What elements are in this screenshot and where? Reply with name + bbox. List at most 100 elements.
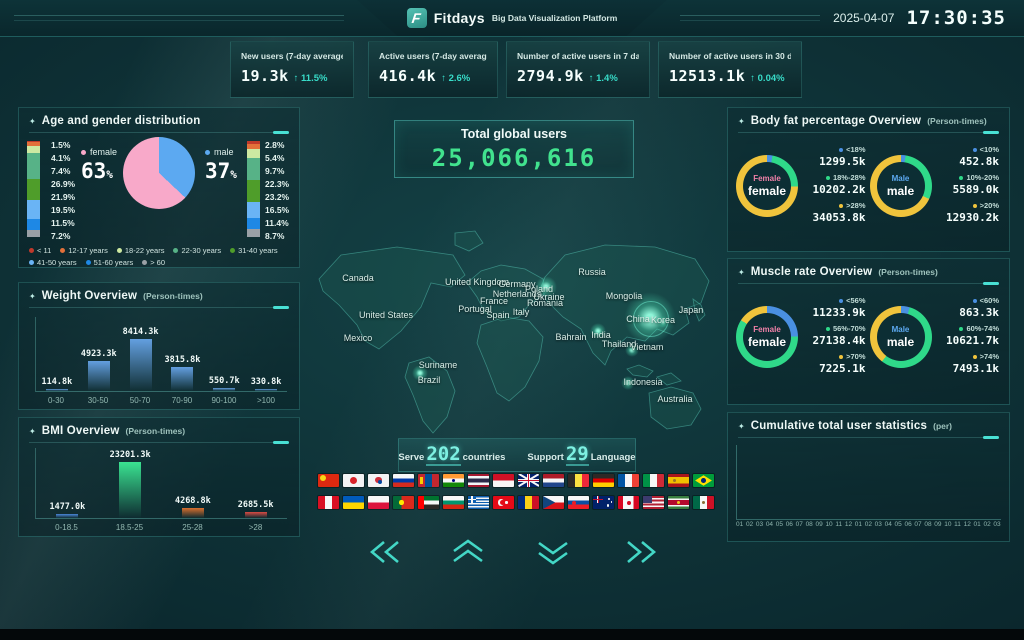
- flag-emblem: [518, 480, 539, 482]
- female-dot-icon: [81, 150, 86, 155]
- x-axis-tick-label: 06: [786, 521, 793, 528]
- legend-dot-icon: [173, 248, 178, 253]
- bar-group: 2685.5k: [224, 500, 287, 518]
- flag-peru: [318, 496, 339, 509]
- age-legend-label: 18-22 years: [125, 246, 165, 255]
- bar-value-label: 4268.8k: [175, 496, 211, 506]
- bar-value-label: 2685.5k: [238, 500, 274, 510]
- segment-dot-icon: [959, 176, 963, 180]
- age-gender-panel: ✦ Age and gender distribution 1.5%4.1%7.…: [18, 107, 300, 268]
- age-legend-label: < 11: [37, 246, 51, 255]
- bar-value-label: 4923.3k: [81, 349, 117, 359]
- map-country-label: Japan: [679, 305, 704, 315]
- age-legend-item: 22-30 years: [173, 246, 221, 255]
- bar-value-label: 23201.3k: [110, 450, 151, 460]
- nav-up-button[interactable]: [444, 538, 492, 566]
- age-bar-segment: [247, 202, 260, 218]
- x-axis-tick-label: 11: [835, 521, 842, 528]
- flag-canada: [618, 496, 639, 509]
- x-axis-tick-label: 10: [944, 521, 951, 528]
- donut-stat: 60%-74%10621.7k: [946, 324, 999, 347]
- donut-stat-value: 7225.1k: [819, 362, 865, 375]
- age-percent-label: 1.5%: [51, 139, 75, 152]
- donut-center: Male male: [877, 162, 925, 210]
- female-age-bar: [27, 141, 40, 237]
- donut-stat-value: 452.8k: [959, 155, 999, 168]
- panel-unit: (per): [933, 421, 952, 431]
- donut-stat-value: 863.3k: [959, 306, 999, 319]
- bottom-letterbox: [0, 629, 1024, 640]
- bar: [245, 512, 267, 518]
- segment-dot-icon: [839, 204, 843, 208]
- gender-tag: Female: [753, 174, 781, 183]
- flag-emblem: [608, 498, 610, 500]
- legend-dot-icon: [29, 248, 34, 253]
- donut-stat: <60%863.3k: [959, 296, 999, 319]
- app-name: Fitdays: [434, 10, 485, 26]
- age-legend-item: 18-22 years: [117, 246, 165, 255]
- bar-category-label: >100: [245, 392, 287, 405]
- stat-card-label: Number of active users in 30 days: [669, 51, 791, 61]
- segment-dot-icon: [973, 299, 977, 303]
- age-percent-label: 4.1%: [51, 152, 75, 165]
- flag-emblem: [611, 501, 613, 503]
- nav-right-button[interactable]: [616, 538, 664, 566]
- bar: [46, 389, 68, 391]
- legend-dot-icon: [86, 260, 91, 265]
- flag-netherlands: [543, 474, 564, 487]
- nav-down-button[interactable]: [529, 538, 577, 566]
- support-languages: Support 29 Language: [527, 445, 635, 466]
- age-bar-segment: [247, 218, 260, 229]
- cumulative-x-axis: 0102030405060708091011120102030405060708…: [736, 521, 1001, 528]
- map-country-label: Indonesia: [623, 377, 662, 387]
- bar-value-label: 3815.8k: [164, 355, 200, 365]
- gender-tag: Female: [753, 325, 781, 334]
- x-axis-tick-label: 03: [993, 521, 1000, 528]
- muscle-male-donut: Male male: [870, 306, 932, 368]
- stat-card-label: Active users (7-day average): [379, 51, 487, 61]
- bmi-chart-area: 1477.0k23201.3k4268.8k2685.5k: [35, 448, 287, 519]
- flag-india: [443, 474, 464, 487]
- bar-group: 114.8k: [36, 377, 78, 391]
- x-axis-tick-label: 08: [924, 521, 931, 528]
- donut-center: Male male: [877, 313, 925, 361]
- age-bar-segment: [27, 179, 40, 200]
- segment-dot-icon: [839, 299, 843, 303]
- map-country-label: Vietnam: [631, 342, 664, 352]
- bar-value-label: 114.8k: [42, 377, 73, 387]
- flag-emblem: [677, 501, 681, 505]
- nav-left-button[interactable]: [362, 538, 410, 566]
- donut-stat-range-row: 56%-70%: [813, 324, 866, 333]
- donut-stat-range-row: <60%: [959, 296, 999, 305]
- flag-emblem: [543, 496, 555, 509]
- flag-belgium: [568, 474, 589, 487]
- male-age-bar: [247, 141, 260, 237]
- x-axis-tick-label: 09: [816, 521, 823, 528]
- age-legend-label: 41-50 years: [37, 258, 77, 267]
- bar: [255, 389, 277, 391]
- bar: [171, 367, 193, 391]
- panel-unit: (Person-times): [126, 426, 186, 436]
- age-legend-item: < 11: [29, 246, 51, 255]
- panel-bullet-icon: ✦: [738, 268, 745, 277]
- panel-bullet-icon: ✦: [29, 117, 36, 126]
- donut-stat-range: 60%-74%: [966, 324, 999, 333]
- panel-unit: (Person-times): [143, 291, 203, 301]
- cumulative-plot-area: [736, 445, 1001, 520]
- x-axis-tick-label: 07: [914, 521, 921, 528]
- map-country-label: Australia: [657, 394, 692, 404]
- flag-south-korea: [368, 474, 389, 487]
- flag-emblem: [505, 501, 507, 503]
- legend-dot-icon: [142, 260, 147, 265]
- bodyfat-male-group: Male male <10%452.8k10%-20%5589.0k>20%12…: [870, 145, 1004, 224]
- donut-stat: <18%1299.5k: [819, 145, 865, 168]
- bmi-chart: 1477.0k23201.3k4268.8k2685.5k 0-18.518.5…: [35, 448, 287, 532]
- donut-stat-range: 18%-28%: [833, 173, 866, 182]
- age-percent-label: 16.5%: [265, 204, 289, 217]
- x-axis-tick-label: 12: [845, 521, 852, 528]
- donut-stat: 56%-70%27138.4k: [813, 324, 866, 347]
- total-global-users-panel: Total global users 25,066,616: [394, 120, 634, 178]
- bar-group: 4923.3k: [78, 349, 120, 391]
- bodyfat-male-stats: <10%452.8k10%-20%5589.0k>20%12930.2k: [940, 145, 1004, 224]
- age-legend-item: 12-17 years: [60, 246, 108, 255]
